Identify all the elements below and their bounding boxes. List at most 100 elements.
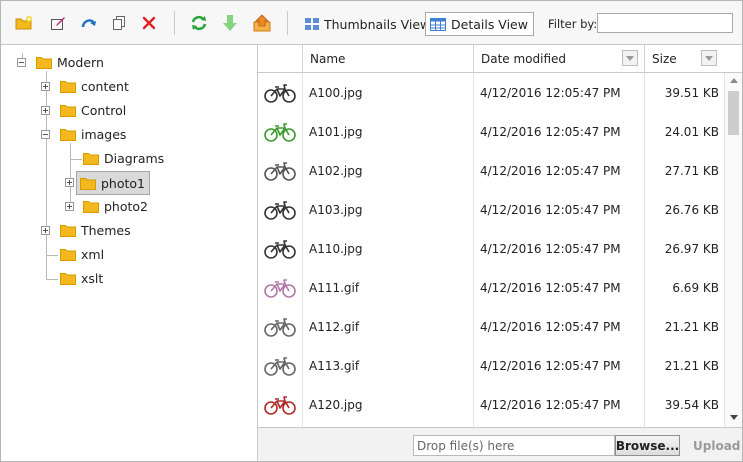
file-name: A112.gif [309, 319, 360, 334]
table-row[interactable]: A102.jpg 4/12/2016 12:05:47 PM 27.71 KB [258, 151, 724, 190]
file-date-modified: 4/12/2016 12:05:47 PM [480, 124, 621, 139]
new-folder-icon[interactable] [13, 12, 35, 34]
file-name: A110.jpg [309, 241, 363, 256]
details-grid-icon [430, 17, 446, 31]
table-row[interactable]: A120.jpg 4/12/2016 12:05:47 PM 39.54 KB [258, 385, 724, 424]
tree-node-label: Themes [81, 222, 131, 238]
toolbar-separator [287, 11, 288, 35]
scroll-down-icon[interactable] [730, 415, 738, 420]
tree-node-photo2[interactable]: photo2 [83, 196, 148, 216]
filter-input[interactable] [597, 13, 733, 33]
file-size: 21.21 KB [664, 358, 719, 373]
download-icon[interactable] [219, 12, 241, 34]
file-date-modified: 4/12/2016 12:05:47 PM [480, 397, 621, 412]
expand-toggle[interactable] [41, 82, 50, 91]
expand-toggle[interactable] [65, 178, 74, 187]
tree-node-content[interactable]: content [60, 76, 129, 96]
column-header-label: Size [652, 52, 677, 66]
table-row[interactable]: A110.jpg 4/12/2016 12:05:47 PM 26.97 KB [258, 229, 724, 268]
grid-rows: A100.jpg 4/12/2016 12:05:47 PM 39.51 KB A10… [258, 73, 724, 427]
tree-node-xml[interactable]: xml [60, 244, 104, 264]
details-view-label: Details View [451, 16, 528, 32]
tree-node-label: photo1 [101, 175, 146, 191]
file-grid: Name Date modified Size A100.jpg 4/12/201… [258, 45, 742, 427]
folder-icon [80, 177, 96, 190]
chevron-down-icon[interactable] [622, 50, 638, 66]
toolbar: Thumbnails View Details View Filter by: [1, 1, 742, 45]
table-row[interactable]: A112.gif 4/12/2016 12:05:47 PM 21.21 KB [258, 307, 724, 346]
bike-thumbnail-icon [258, 190, 302, 229]
rename-icon[interactable] [47, 12, 69, 34]
file-size: 24.01 KB [664, 124, 719, 139]
tree-node-label: Diagrams [104, 150, 165, 166]
file-name: A102.jpg [309, 163, 363, 178]
scroll-up-icon[interactable] [730, 78, 738, 83]
details-view-button[interactable]: Details View [425, 12, 534, 36]
tree-node-photo1[interactable]: photo1 [76, 171, 151, 195]
collapse-toggle[interactable] [17, 58, 26, 67]
file-name: A120.jpg [309, 397, 363, 412]
table-row[interactable]: A111.gif 4/12/2016 12:05:47 PM 6.69 KB [258, 268, 724, 307]
table-row[interactable]: A100.jpg 4/12/2016 12:05:47 PM 39.51 KB [258, 73, 724, 112]
tree-node-diagrams[interactable]: Diagrams [83, 148, 164, 168]
drop-zone[interactable]: Drop file(s) here [413, 435, 615, 456]
tree-node-label: images [81, 126, 127, 142]
tree-node-modern[interactable]: Modern [36, 52, 104, 72]
folder-icon [60, 272, 76, 285]
tree-node-themes[interactable]: Themes [60, 220, 131, 240]
vertical-scrollbar[interactable] [724, 73, 742, 427]
redo-icon[interactable] [78, 12, 100, 34]
tree-node-label: Control [81, 102, 127, 118]
folder-tree: Modern content Control images Diagrams p… [1, 45, 258, 461]
expand-toggle[interactable] [65, 202, 74, 211]
file-size: 26.97 KB [664, 241, 719, 256]
tree-line [46, 71, 47, 279]
column-header-date[interactable]: Date modified [473, 45, 644, 73]
column-header-name[interactable]: Name [302, 45, 473, 73]
upload-folder-icon[interactable] [251, 12, 273, 34]
bike-thumbnail-icon [258, 346, 302, 385]
file-date-modified: 4/12/2016 12:05:47 PM [480, 280, 621, 295]
chevron-down-icon[interactable] [701, 50, 717, 66]
table-row[interactable]: A113.gif 4/12/2016 12:05:47 PM 21.21 KB [258, 346, 724, 385]
file-size: 26.76 KB [664, 202, 719, 217]
file-name: A111.gif [309, 280, 360, 295]
copy-icon[interactable] [108, 12, 130, 34]
tree-node-xslt[interactable]: xslt [60, 268, 103, 288]
collapse-toggle[interactable] [41, 130, 50, 139]
thumbnails-icon [305, 18, 319, 30]
refresh-icon[interactable] [188, 12, 210, 34]
bike-thumbnail-icon [258, 112, 302, 151]
expand-toggle[interactable] [41, 106, 50, 115]
column-header-label: Name [310, 52, 346, 66]
tree-node-images[interactable]: images [60, 124, 126, 144]
file-name: A100.jpg [309, 85, 363, 100]
expand-toggle[interactable] [41, 226, 50, 235]
scroll-thumb[interactable] [728, 91, 739, 135]
tree-node-label: photo2 [104, 198, 149, 214]
folder-icon [60, 248, 76, 261]
tree-node-label: xml [81, 246, 105, 262]
table-row[interactable]: A103.jpg 4/12/2016 12:05:47 PM 26.76 KB [258, 190, 724, 229]
column-header-size[interactable]: Size [644, 45, 724, 73]
delete-icon[interactable] [138, 12, 160, 34]
bike-thumbnail-icon [258, 385, 302, 424]
file-size: 39.54 KB [664, 397, 719, 412]
file-date-modified: 4/12/2016 12:05:47 PM [480, 85, 621, 100]
tree-node-control[interactable]: Control [60, 100, 126, 120]
bike-thumbnail-icon [258, 229, 302, 268]
thumbnails-view-button[interactable]: Thumbnails View [300, 12, 436, 36]
file-date-modified: 4/12/2016 12:05:47 PM [480, 163, 621, 178]
file-explorer-window: Thumbnails View Details View Filter by: … [0, 0, 743, 462]
file-date-modified: 4/12/2016 12:05:47 PM [480, 241, 621, 256]
toolbar-separator [174, 11, 175, 35]
file-size: 6.69 KB [672, 280, 719, 295]
table-row[interactable]: A101.jpg 4/12/2016 12:05:47 PM 24.01 KB [258, 112, 724, 151]
folder-icon [83, 152, 99, 165]
folder-icon [83, 200, 99, 213]
upload-button[interactable]: Upload [693, 439, 740, 453]
file-name: A101.jpg [309, 124, 363, 139]
browse-button[interactable]: Browse... [615, 435, 680, 456]
folder-icon [60, 224, 76, 237]
filter-label: Filter by: [548, 17, 598, 31]
